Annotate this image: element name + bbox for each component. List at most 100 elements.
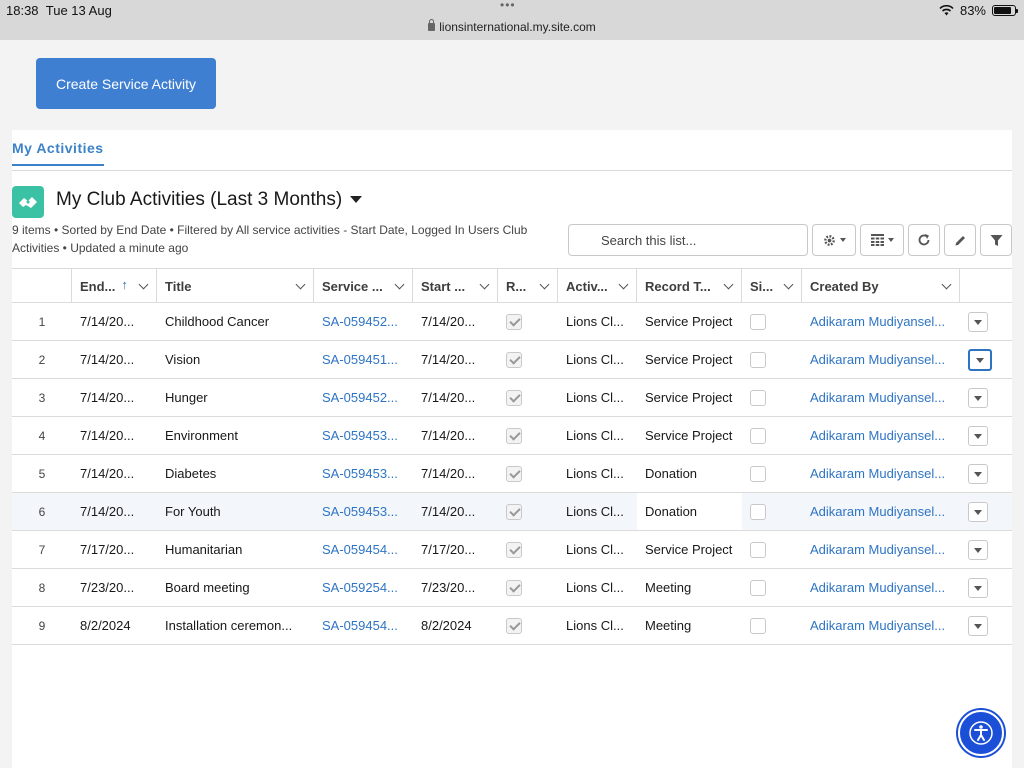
cell-end-date: 7/17/20... bbox=[72, 530, 157, 569]
cell-service-activity-link[interactable]: SA-059454... bbox=[314, 606, 413, 645]
cell-service-activity-link[interactable]: SA-059452... bbox=[314, 302, 413, 341]
edit-list-button[interactable] bbox=[944, 224, 976, 256]
cell-si bbox=[742, 492, 802, 531]
chevron-down-icon[interactable] bbox=[394, 279, 405, 290]
cell-r bbox=[498, 454, 558, 493]
column-header-created-by[interactable]: Created By bbox=[802, 268, 960, 303]
checkbox-checked bbox=[506, 465, 522, 482]
more-dots-icon[interactable]: ••• bbox=[500, 0, 524, 11]
row-actions-button[interactable] bbox=[968, 348, 992, 371]
filter-button[interactable] bbox=[980, 224, 1012, 256]
list-view-header: My Club Activities (Last 3 Months) 9 ite… bbox=[12, 186, 1012, 266]
table-row[interactable]: 5 7/14/20... Diabetes SA-059453... 7/14/… bbox=[12, 454, 1012, 493]
row-actions-button[interactable] bbox=[968, 387, 988, 408]
cell-si bbox=[742, 416, 802, 455]
cell-activity: Lions Cl... bbox=[558, 568, 637, 607]
table-row[interactable]: 8 7/23/20... Board meeting SA-059254... … bbox=[12, 568, 1012, 607]
chevron-down-icon[interactable] bbox=[138, 279, 149, 290]
table-row[interactable]: 4 7/14/20... Environment SA-059453... 7/… bbox=[12, 416, 1012, 455]
cell-created-by-link[interactable]: Adikaram Mudiyansel... bbox=[802, 454, 960, 493]
table-row[interactable]: 1 7/14/20... Childhood Cancer SA-059452.… bbox=[12, 302, 1012, 341]
cell-start-date: 7/14/20... bbox=[413, 454, 498, 493]
list-settings-button[interactable] bbox=[812, 224, 856, 256]
row-number: 8 bbox=[12, 568, 72, 607]
list-view-chevron-icon[interactable] bbox=[350, 196, 363, 204]
chevron-down-icon[interactable] bbox=[618, 279, 629, 290]
column-header-r[interactable]: R... bbox=[498, 268, 558, 303]
cell-created-by-link[interactable]: Adikaram Mudiyansel... bbox=[802, 378, 960, 417]
search-list-input[interactable] bbox=[568, 224, 808, 256]
cell-created-by-link[interactable]: Adikaram Mudiyansel... bbox=[802, 568, 960, 607]
cell-title: Installation ceremon... bbox=[157, 606, 314, 645]
row-actions-button[interactable] bbox=[968, 463, 988, 484]
row-number: 7 bbox=[12, 530, 72, 569]
cell-activity: Lions Cl... bbox=[558, 492, 637, 531]
column-header-si[interactable]: Si... bbox=[742, 268, 802, 303]
cell-service-activity-link[interactable]: SA-059254... bbox=[314, 568, 413, 607]
row-actions-button[interactable] bbox=[968, 311, 988, 332]
column-header-end-date[interactable]: End... ↑ bbox=[72, 268, 157, 303]
cell-service-activity-link[interactable]: SA-059453... bbox=[314, 416, 413, 455]
pencil-icon bbox=[955, 235, 965, 245]
cell-service-activity-link[interactable]: SA-059453... bbox=[314, 454, 413, 493]
cell-created-by-link[interactable]: Adikaram Mudiyansel... bbox=[802, 606, 960, 645]
column-header-record-type[interactable]: Record T... bbox=[637, 268, 742, 303]
cell-start-date: 7/14/20... bbox=[413, 302, 498, 341]
checkbox-unchecked bbox=[750, 503, 766, 520]
cell-created-by-link[interactable]: Adikaram Mudiyansel... bbox=[802, 302, 960, 341]
cell-si bbox=[742, 606, 802, 645]
accessibility-button[interactable] bbox=[958, 710, 1004, 756]
table-row[interactable]: 7 7/17/20... Humanitarian SA-059454... 7… bbox=[12, 530, 1012, 569]
cell-record-type: Meeting bbox=[637, 568, 742, 607]
checkbox-checked bbox=[506, 427, 522, 444]
cell-service-activity-link[interactable]: SA-059454... bbox=[314, 530, 413, 569]
cell-row-actions bbox=[960, 378, 1012, 417]
column-header-service-activity[interactable]: Service ... bbox=[314, 268, 413, 303]
cell-title: Humanitarian bbox=[157, 530, 314, 569]
checkbox-checked bbox=[506, 541, 522, 558]
row-actions-button[interactable] bbox=[968, 615, 988, 636]
cell-created-by-link[interactable]: Adikaram Mudiyansel... bbox=[802, 492, 960, 531]
row-actions-button[interactable] bbox=[968, 501, 988, 522]
cell-si bbox=[742, 378, 802, 417]
cell-end-date: 7/14/20... bbox=[72, 416, 157, 455]
handshake-icon bbox=[12, 186, 44, 218]
chevron-down-icon[interactable] bbox=[783, 279, 794, 290]
cell-service-activity-link[interactable]: SA-059453... bbox=[314, 492, 413, 531]
display-as-button[interactable] bbox=[860, 224, 904, 256]
row-number: 2 bbox=[12, 340, 72, 379]
checkbox-checked bbox=[506, 503, 522, 520]
list-view-title[interactable]: My Club Activities (Last 3 Months) bbox=[56, 189, 363, 211]
cell-created-by-link[interactable]: Adikaram Mudiyansel... bbox=[802, 416, 960, 455]
row-number: 5 bbox=[12, 454, 72, 493]
cell-end-date: 7/23/20... bbox=[72, 568, 157, 607]
gear-icon bbox=[823, 234, 835, 246]
row-actions-button[interactable] bbox=[968, 425, 988, 446]
cell-activity: Lions Cl... bbox=[558, 302, 637, 341]
refresh-button[interactable] bbox=[908, 224, 940, 256]
cell-service-activity-link[interactable]: SA-059451... bbox=[314, 340, 413, 379]
row-actions-button[interactable] bbox=[968, 577, 988, 598]
row-actions-button[interactable] bbox=[968, 539, 988, 560]
cell-created-by-link[interactable]: Adikaram Mudiyansel... bbox=[802, 340, 960, 379]
column-header-activity[interactable]: Activ... bbox=[558, 268, 637, 303]
column-header-title[interactable]: Title bbox=[157, 268, 314, 303]
chevron-down-icon[interactable] bbox=[295, 279, 306, 290]
tab-my-activities[interactable]: My Activities bbox=[12, 140, 104, 166]
table-row[interactable]: 9 8/2/2024 Installation ceremon... SA-05… bbox=[12, 606, 1012, 645]
chevron-down-icon[interactable] bbox=[539, 279, 550, 290]
column-header-start-date[interactable]: Start ... bbox=[413, 268, 498, 303]
cell-created-by-link[interactable]: Adikaram Mudiyansel... bbox=[802, 530, 960, 569]
checkbox-checked bbox=[506, 351, 522, 368]
create-service-activity-button[interactable]: Create Service Activity bbox=[36, 58, 216, 109]
cell-service-activity-link[interactable]: SA-059452... bbox=[314, 378, 413, 417]
table-row[interactable]: 2 7/14/20... Vision SA-059451... 7/14/20… bbox=[12, 340, 1012, 379]
cell-si bbox=[742, 340, 802, 379]
url-bar[interactable]: lionsinternational.my.site.com bbox=[0, 19, 1024, 34]
chevron-down-icon[interactable] bbox=[479, 279, 490, 290]
chevron-down-icon[interactable] bbox=[941, 279, 952, 290]
chevron-down-icon[interactable] bbox=[723, 279, 734, 290]
table-row[interactable]: 3 7/14/20... Hunger SA-059452... 7/14/20… bbox=[12, 378, 1012, 417]
cell-activity: Lions Cl... bbox=[558, 378, 637, 417]
table-row[interactable]: 6 7/14/20... For Youth SA-059453... 7/14… bbox=[12, 492, 1012, 531]
